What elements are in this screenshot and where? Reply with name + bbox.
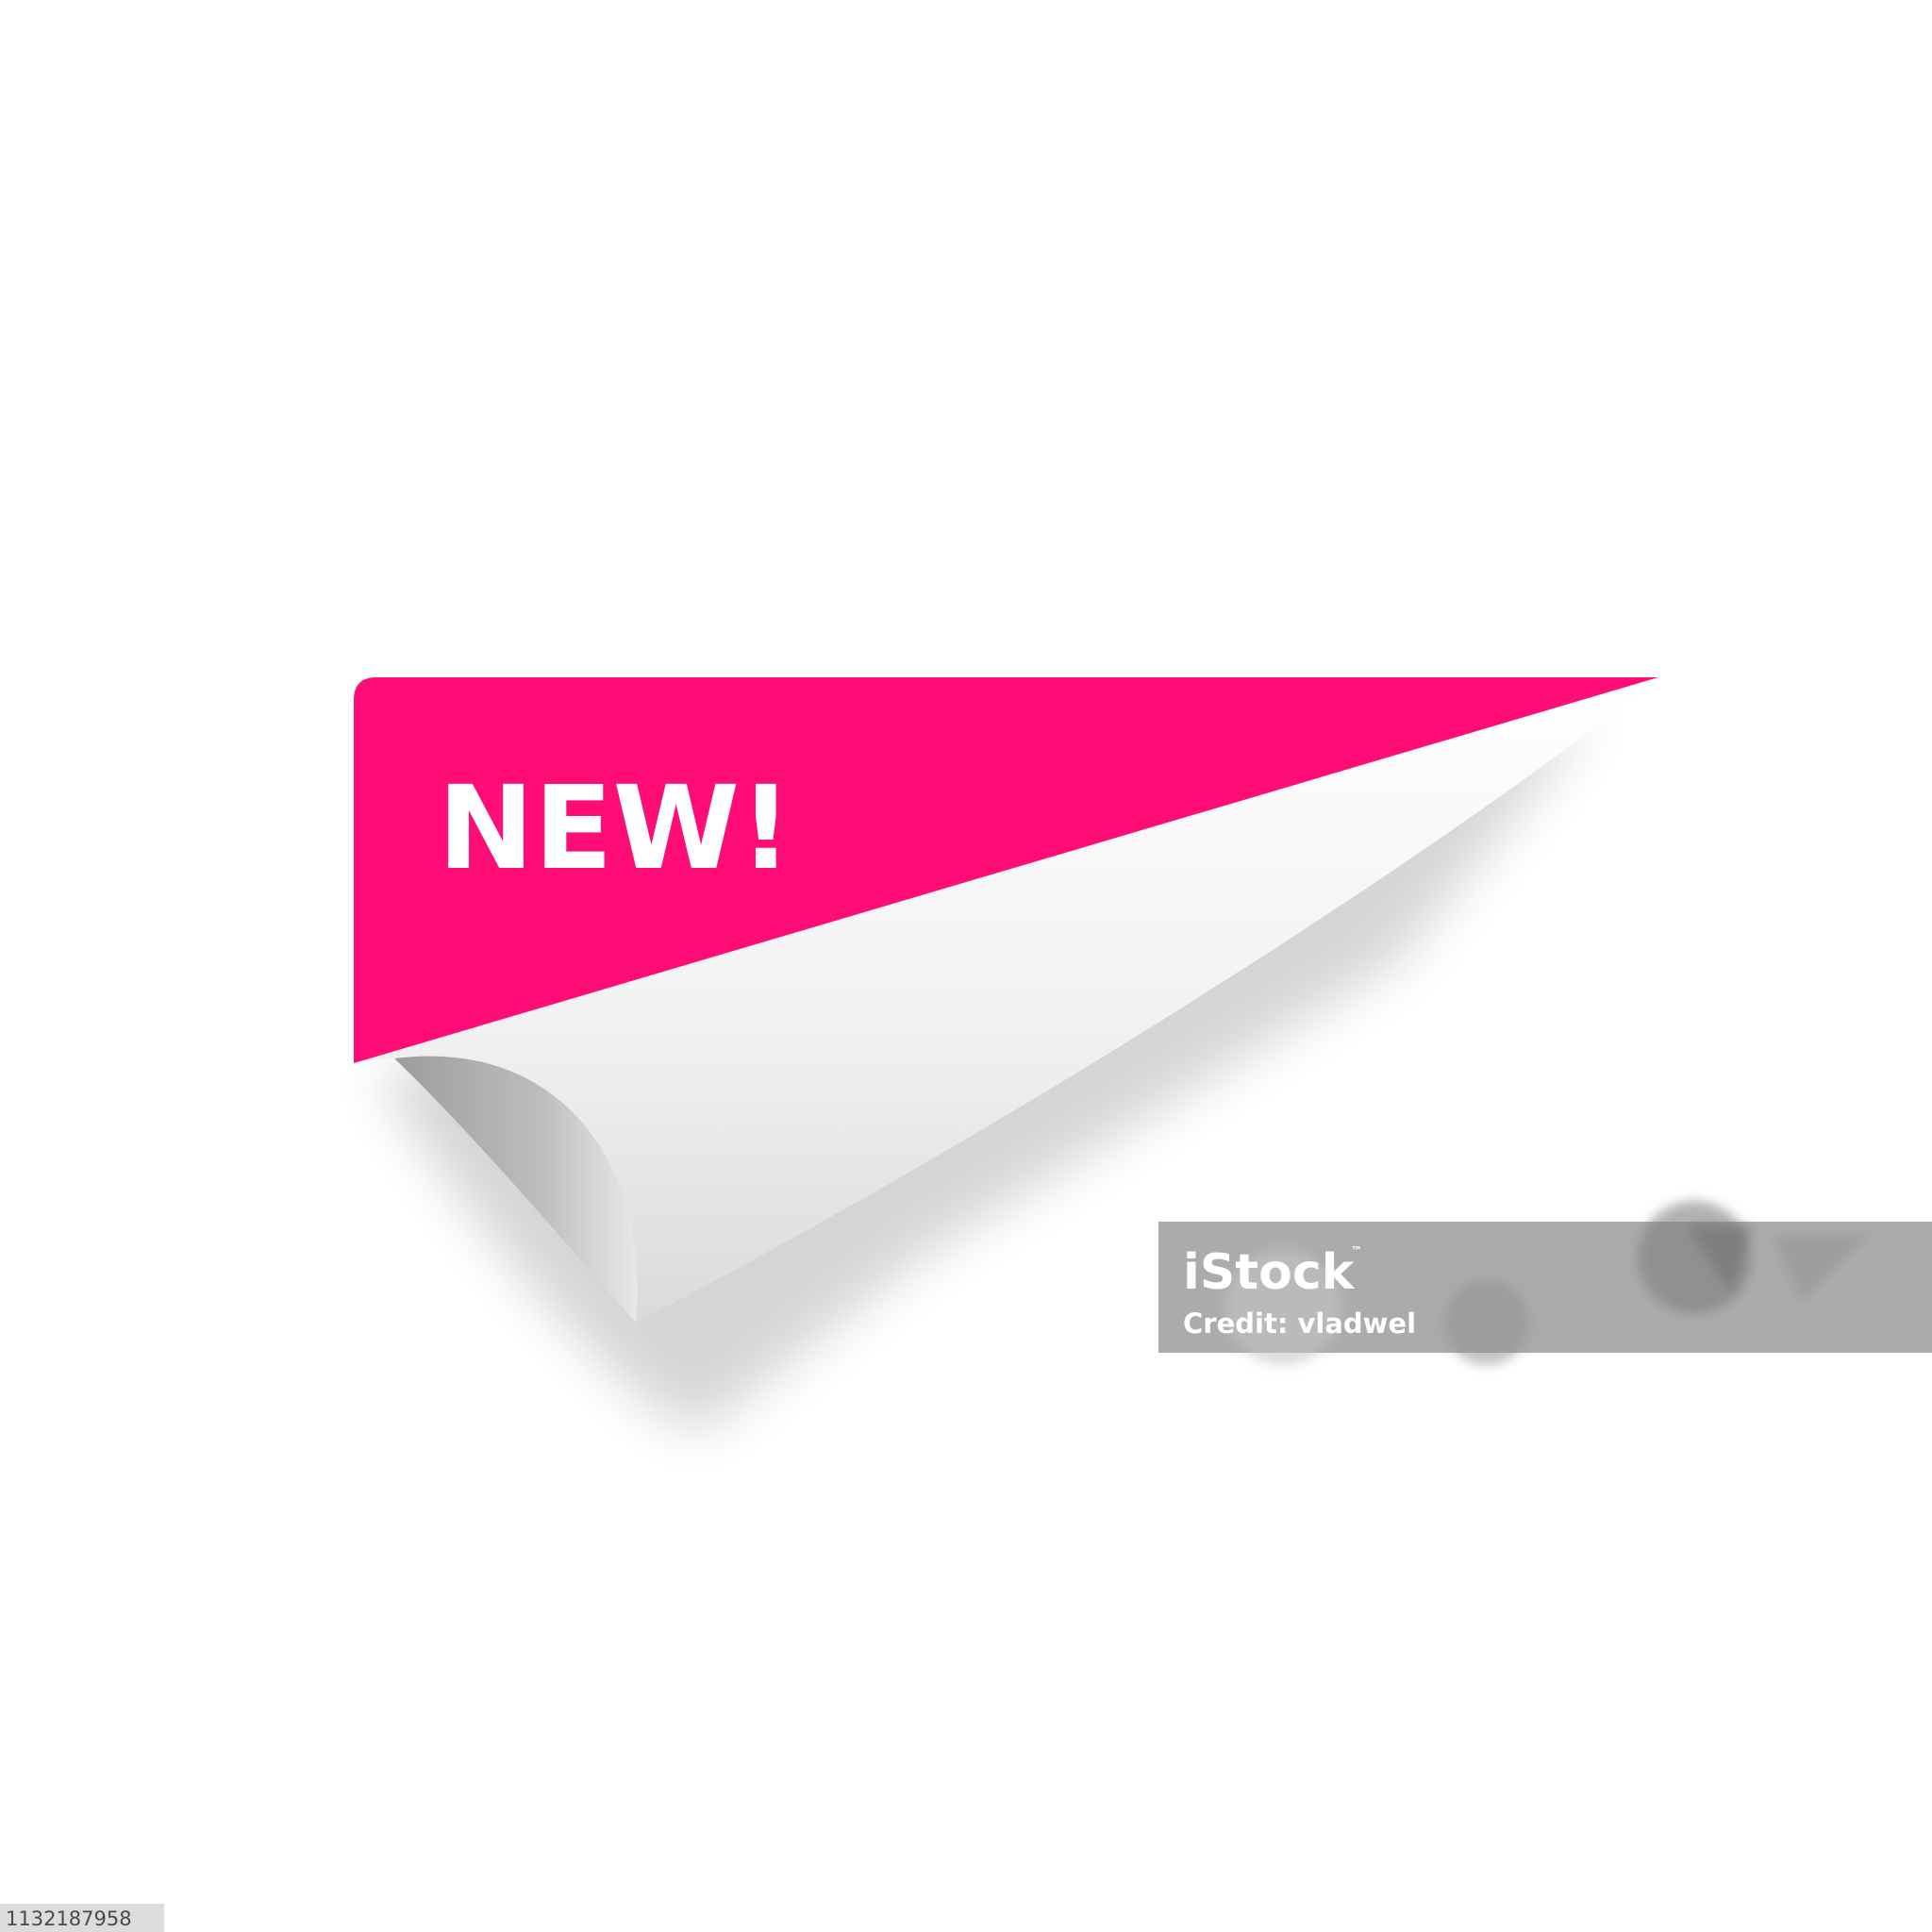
canvas: NEW! iStock ™ Credit: vladwel 1132187958: [0, 677, 1932, 1932]
image-id-tag: 1132187958: [0, 1904, 164, 1932]
watermark: iStock ™ Credit: vladwel: [1158, 1201, 1932, 1365]
watermark-trademark: ™: [1351, 1244, 1362, 1257]
image-id-label: 1132187958: [6, 1907, 132, 1930]
new-badge-label: NEW!: [438, 761, 792, 895]
watermark-brand: iStock: [1183, 1244, 1356, 1301]
watermark-credit: Credit: vladwel: [1183, 1307, 1416, 1340]
